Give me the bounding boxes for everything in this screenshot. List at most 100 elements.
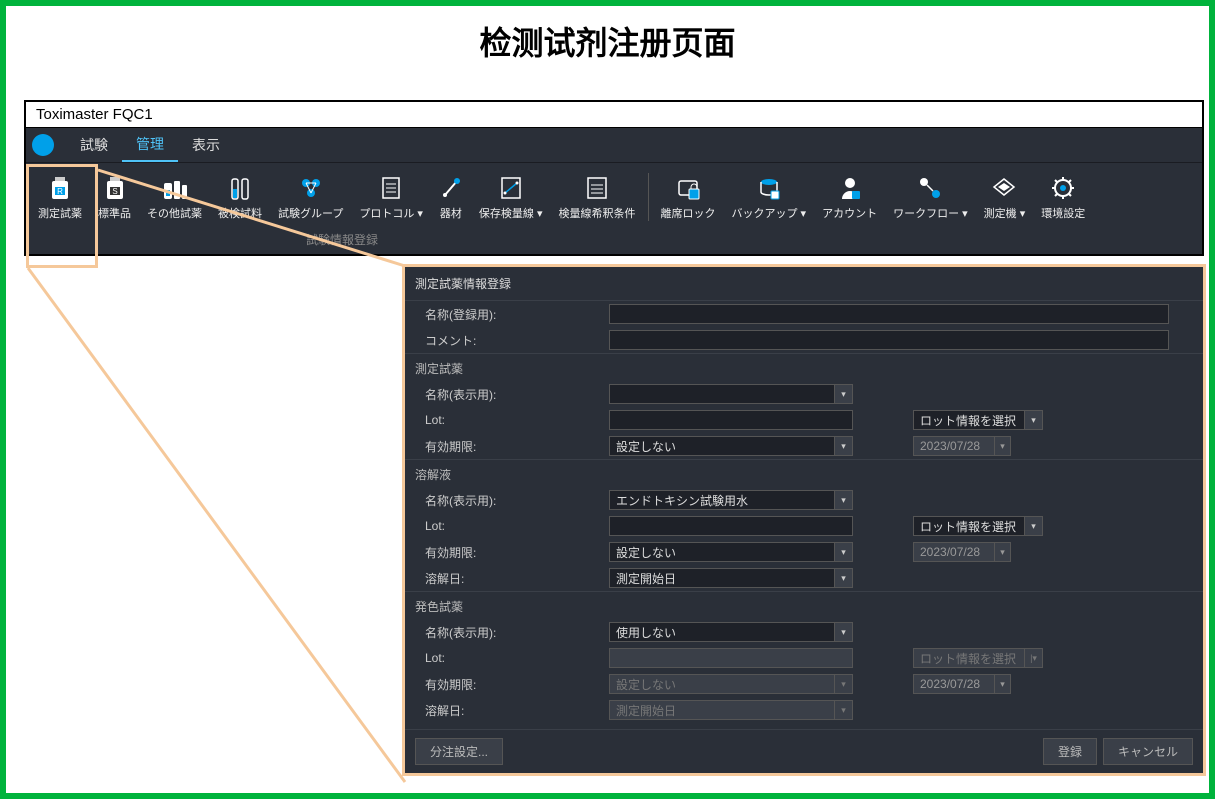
breadcrumb: 試験情報登録 (26, 227, 1202, 254)
tb-label: ワークフロー ▾ (893, 205, 968, 221)
menubar: 試験 管理 表示 (26, 128, 1202, 162)
input-name-reg[interactable] (609, 304, 1169, 324)
chevron-down-icon: ▾ (835, 542, 853, 562)
tb-lock[interactable]: 離席ロック (653, 171, 724, 223)
date-reagent-expiry[interactable]: 2023/07/28▾ (913, 436, 1011, 456)
bottle-r-icon: R (48, 173, 72, 203)
tb-env[interactable]: 環境設定 (1033, 171, 1093, 223)
tb-label: プロトコル ▾ (359, 205, 423, 221)
tb-account[interactable]: アカウント (814, 171, 885, 223)
app-titlebar: Toximaster FQC1 (26, 102, 1202, 128)
combo-solvent-name[interactable]: エンドトキシン試験用水▾ (609, 490, 853, 510)
chevron-down-icon: ▾ (1025, 410, 1043, 430)
btn-register[interactable]: 登録 (1043, 738, 1097, 765)
label-color-dissolve: 溶解日: (419, 702, 609, 719)
chevron-down-icon: |▾ (1025, 648, 1043, 668)
toolbar-divider (648, 173, 649, 221)
tb-test-material[interactable]: 被検試料 (210, 171, 270, 223)
section-solvent: 溶解液 (405, 459, 1203, 487)
tb-instrument[interactable]: 測定機 ▾ (976, 171, 1034, 223)
combo-color-dissolve: 測定開始日▾ (609, 700, 853, 720)
label-expiry: 有効期限: (419, 438, 609, 455)
instrument-icon (992, 173, 1016, 203)
chevron-down-icon: ▾ (995, 542, 1011, 562)
btn-lot-select-3: ロット情報を選択|▾ (913, 648, 1043, 668)
lock-icon (676, 173, 700, 203)
tb-test-group[interactable]: 試験グループ (270, 171, 351, 223)
tb-stored-calib[interactable]: 保存検量線 ▾ (471, 171, 551, 223)
combo-color-expiry: 設定しない▾ (609, 674, 853, 694)
tb-label: 保存検量線 ▾ (479, 205, 543, 221)
tb-label: 測定試薬 (38, 205, 82, 221)
menu-test[interactable]: 試験 (66, 129, 122, 161)
chevron-down-icon: ▾ (995, 436, 1011, 456)
date-solvent-expiry[interactable]: 2023/07/28▾ (913, 542, 1011, 562)
tb-label: バックアップ ▾ (732, 205, 807, 221)
combo-reagent-expiry[interactable]: 設定しない▾ (609, 436, 853, 456)
gear-icon (1051, 173, 1075, 203)
calib-icon (499, 173, 523, 203)
section-color: 発色試薬 (405, 591, 1203, 619)
label-color-name: 名称(表示用): (419, 624, 609, 641)
tb-label: 環境設定 (1041, 205, 1085, 221)
label-name-disp: 名称(表示用): (419, 386, 609, 403)
combo-reagent-name[interactable]: ▾ (609, 384, 853, 404)
backup-icon (757, 173, 781, 203)
tb-other-reagent[interactable]: その他試薬 (139, 171, 210, 223)
menu-manage[interactable]: 管理 (122, 128, 178, 162)
tb-standards[interactable]: S 標準品 (90, 171, 139, 223)
tb-measure-reagent[interactable]: R 測定試薬 (30, 171, 90, 223)
tb-label: 検量線希釈条件 (559, 205, 636, 221)
svg-text:R: R (57, 187, 63, 196)
protocol-icon (380, 173, 402, 203)
input-reagent-lot[interactable] (609, 410, 853, 430)
label-comment: コメント: (419, 332, 609, 349)
chevron-down-icon: ▾ (835, 568, 853, 588)
chevron-down-icon: ▾ (835, 436, 853, 456)
combo-solvent-expiry[interactable]: 設定しない▾ (609, 542, 853, 562)
label-color-lot: Lot: (419, 651, 609, 665)
input-solvent-lot[interactable] (609, 516, 853, 536)
label-solvent-dissolve: 溶解日: (419, 570, 609, 587)
tb-calib-dilution[interactable]: 検量線希釈条件 (551, 171, 644, 223)
date-color-expiry: 2023/07/28▾ (913, 674, 1011, 694)
tb-label: 器材 (440, 205, 462, 221)
label-lot: Lot: (419, 413, 609, 427)
bottle-s-icon: S (103, 173, 127, 203)
tb-backup[interactable]: バックアップ ▾ (724, 171, 815, 223)
tb-workflow[interactable]: ワークフロー ▾ (885, 171, 976, 223)
section-reagent: 測定試薬 (405, 353, 1203, 381)
toolbar: R 測定試薬 S 標準品 その他試薬 被検試料 試験グループ プロトコル ▾ (26, 162, 1202, 227)
btn-cancel[interactable]: キャンセル (1103, 738, 1193, 765)
tb-label: アカウント (822, 205, 877, 221)
tb-equipment[interactable]: 器材 (431, 171, 471, 223)
btn-lot-select-1[interactable]: ロット情報を選択▾ (913, 410, 1043, 430)
reagent-register-dialog: 測定試薬情報登録 名称(登録用): コメント: 測定試薬 名称(表示用): ▾ … (402, 264, 1206, 776)
label-solvent-expiry: 有効期限: (419, 544, 609, 561)
combo-color-name[interactable]: 使用しない▾ (609, 622, 853, 642)
input-comment[interactable] (609, 330, 1169, 350)
chevron-down-icon: ▾ (995, 674, 1011, 694)
chevron-down-icon: ▾ (835, 384, 853, 404)
tb-protocol[interactable]: プロトコル ▾ (351, 171, 431, 223)
label-color-expiry: 有効期限: (419, 676, 609, 693)
chevron-down-icon: ▾ (835, 622, 853, 642)
dilution-icon (585, 173, 609, 203)
svg-text:S: S (112, 187, 117, 196)
btn-dispense-settings[interactable]: 分注設定... (415, 738, 503, 765)
label-name-reg: 名称(登録用): (419, 306, 609, 323)
tb-label: 測定機 ▾ (984, 205, 1026, 221)
label-solvent-lot: Lot: (419, 519, 609, 533)
workflow-icon (917, 173, 943, 203)
input-color-lot (609, 648, 853, 668)
chevron-down-icon: ▾ (835, 700, 853, 720)
menu-display[interactable]: 表示 (178, 129, 234, 161)
tb-label: その他試薬 (147, 205, 202, 221)
app-window: Toximaster FQC1 試験 管理 表示 R 測定試薬 S 標準品 その… (24, 100, 1204, 256)
tb-label: 試験グループ (278, 205, 343, 221)
label-solvent-name: 名称(表示用): (419, 492, 609, 509)
combo-solvent-dissolve[interactable]: 測定開始日▾ (609, 568, 853, 588)
chevron-down-icon: ▾ (1025, 516, 1043, 536)
btn-lot-select-2[interactable]: ロット情報を選択▾ (913, 516, 1043, 536)
app-icon[interactable] (32, 134, 54, 156)
